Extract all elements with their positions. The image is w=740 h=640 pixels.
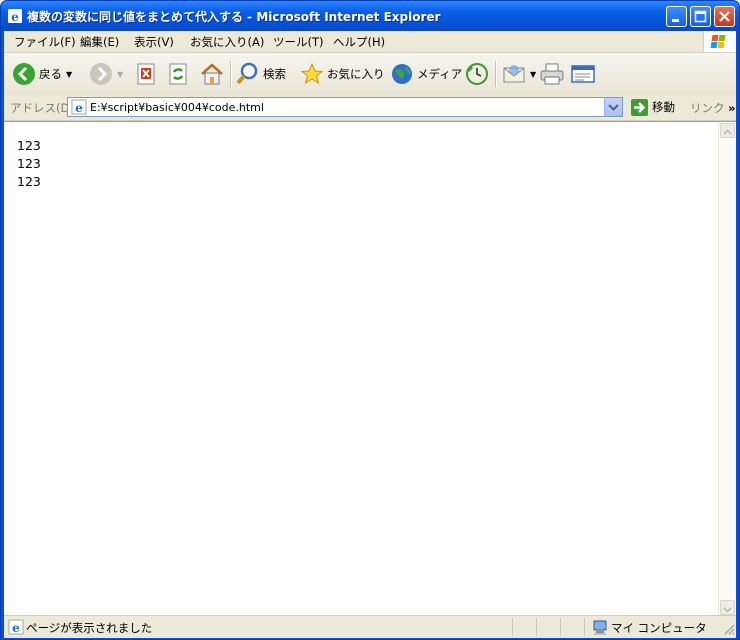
- media-button[interactable]: メディア: [390, 61, 462, 87]
- ie-icon: e: [8, 9, 22, 24]
- page-icon: e: [71, 99, 87, 115]
- menu-tools[interactable]: ツール(T): [273, 34, 324, 50]
- home-icon: [201, 63, 223, 85]
- standard-toolbar: 戻る ▼ ▼ 検索 お気に入り メディア ▼: [4, 53, 736, 96]
- go-button[interactable]: 移動: [631, 98, 675, 116]
- address-bar: アドレス(D) e E:¥script¥basic¥004¥code.html …: [4, 95, 736, 121]
- search-icon: [236, 62, 258, 85]
- vertical-scrollbar[interactable]: [718, 122, 736, 616]
- refresh-button[interactable]: [167, 61, 189, 87]
- search-button[interactable]: 検索: [236, 61, 286, 87]
- chevron-down-icon: [608, 104, 619, 111]
- refresh-icon: [169, 63, 187, 85]
- close-button[interactable]: [714, 6, 735, 27]
- menu-help[interactable]: ヘルプ(H): [333, 34, 385, 50]
- go-label: 移動: [652, 100, 675, 114]
- windows-flag-icon: [710, 35, 726, 48]
- minimize-icon: [672, 19, 679, 22]
- content-line: 123: [17, 156, 41, 171]
- back-button[interactable]: 戻る ▼: [12, 61, 72, 87]
- zone-label: マイ コンピュータ: [611, 621, 707, 635]
- page-status-icon: e: [8, 619, 24, 635]
- menu-favorites[interactable]: お気に入り(A): [190, 34, 264, 50]
- go-arrow-icon: [631, 98, 648, 116]
- forward-button[interactable]: ▼: [89, 61, 123, 87]
- toolbar-separator: [230, 61, 232, 87]
- address-input[interactable]: e E:¥script¥basic¥004¥code.html: [67, 97, 623, 117]
- address-dropdown-button[interactable]: [604, 98, 622, 116]
- menu-file[interactable]: ファイル(F): [14, 34, 76, 50]
- favorites-button[interactable]: お気に入り: [300, 61, 385, 87]
- search-label: 検索: [263, 67, 286, 81]
- status-panel: [584, 618, 585, 636]
- content-line: 123: [17, 138, 41, 153]
- status-panel: [560, 618, 561, 636]
- forward-arrow-icon: [90, 63, 112, 85]
- minimize-button[interactable]: [666, 6, 687, 27]
- favorites-label: お気に入り: [327, 67, 385, 81]
- mail-dropdown-icon[interactable]: ▼: [530, 70, 536, 79]
- scroll-up-button[interactable]: [720, 123, 735, 138]
- status-text: ページが表示されました: [26, 621, 153, 635]
- address-url: E:¥script¥basic¥004¥code.html: [90, 101, 264, 114]
- menu-edit[interactable]: 編集(E): [80, 34, 119, 50]
- svg-text:e: e: [12, 621, 20, 635]
- client-area: ファイル(F) 編集(E) 表示(V) お気に入り(A) ツール(T) ヘルプ(…: [4, 31, 736, 638]
- history-button[interactable]: [464, 61, 490, 87]
- stop-icon: [137, 63, 155, 85]
- links-button[interactable]: リンク »: [690, 100, 736, 116]
- favorites-star-icon: [300, 62, 324, 85]
- title-bar[interactable]: e 複数の変数に同じ値をまとめて代入する - Microsoft Interne…: [1, 1, 739, 31]
- stop-button[interactable]: [135, 61, 157, 87]
- scroll-up-icon: [723, 129, 732, 135]
- forward-dropdown-icon[interactable]: ▼: [117, 70, 123, 79]
- my-computer-icon: [593, 620, 607, 635]
- security-zone: マイ コンピュータ: [592, 620, 707, 636]
- close-icon: [719, 11, 730, 22]
- home-button[interactable]: [199, 61, 225, 87]
- media-globe-icon: [392, 64, 412, 84]
- page-content: 123 123 123: [4, 121, 736, 616]
- svg-text:e: e: [11, 10, 19, 24]
- back-arrow-icon: [13, 63, 35, 85]
- history-clock-icon: [466, 63, 488, 85]
- chevron-right-icon: »: [728, 101, 736, 115]
- address-label: アドレス(D): [10, 101, 74, 115]
- mail-envelope-icon: [503, 65, 525, 83]
- menu-bar: ファイル(F) 編集(E) 表示(V) お気に入り(A) ツール(T) ヘルプ(…: [4, 31, 736, 53]
- status-bar: e ページが表示されました マイ コンピュータ: [4, 615, 736, 638]
- edit-document-icon: [571, 65, 595, 83]
- browser-window: e 複数の変数に同じ値をまとめて代入する - Microsoft Interne…: [0, 0, 740, 640]
- content-line: 123: [17, 174, 41, 189]
- resize-grip-icon[interactable]: [722, 622, 735, 635]
- edit-button[interactable]: [570, 61, 596, 87]
- windows-logo: [703, 31, 736, 52]
- toolbar-separator: [495, 61, 497, 87]
- maximize-icon: [694, 10, 707, 23]
- maximize-button[interactable]: [690, 6, 711, 27]
- links-label: リンク: [690, 101, 725, 115]
- svg-text:e: e: [75, 101, 83, 115]
- status-panel: [512, 618, 513, 636]
- menu-view[interactable]: 表示(V): [134, 34, 174, 50]
- scroll-down-button[interactable]: [720, 600, 735, 615]
- print-button[interactable]: [539, 61, 565, 87]
- status-panel: [536, 618, 537, 636]
- back-dropdown-icon[interactable]: ▼: [66, 70, 72, 79]
- back-label: 戻る: [39, 67, 62, 81]
- mail-button[interactable]: ▼: [502, 61, 536, 87]
- media-label: メディア: [417, 67, 463, 81]
- printer-icon: [540, 63, 564, 85]
- window-title: 複数の変数に同じ値をまとめて代入する - Microsoft Internet …: [27, 10, 441, 24]
